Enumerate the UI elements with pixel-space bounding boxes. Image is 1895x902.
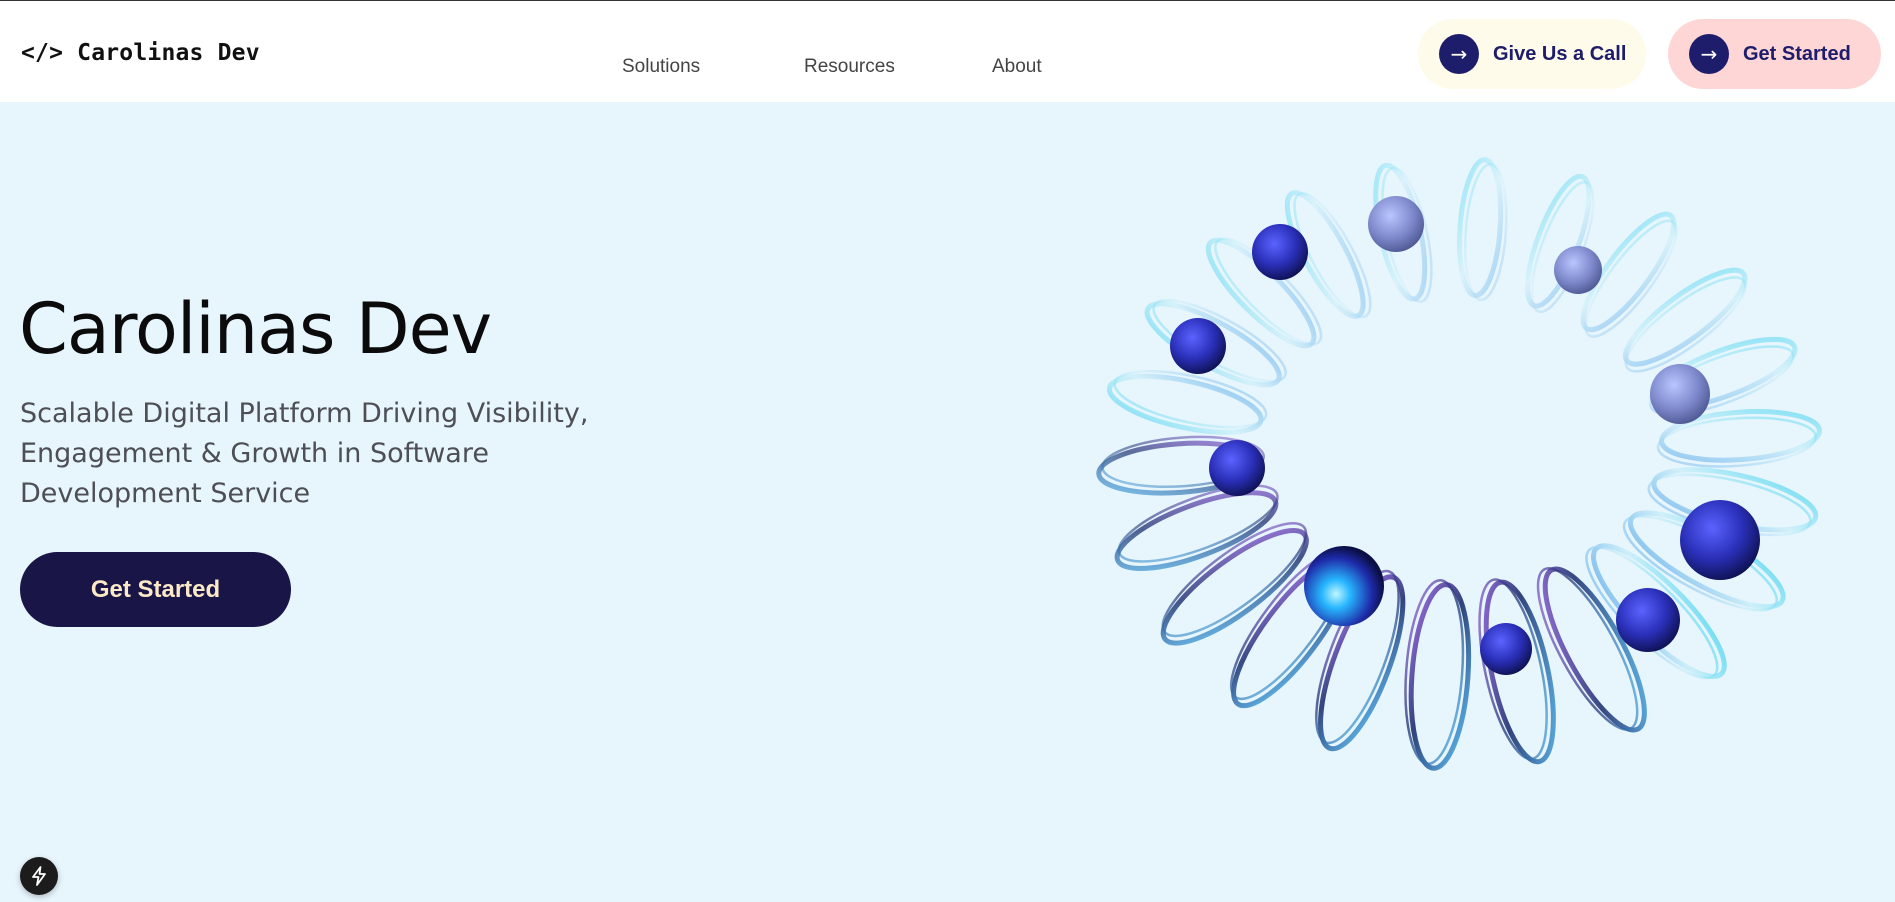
logo-text: Carolinas Dev (77, 40, 260, 66)
header-get-started-label: Get Started (1743, 42, 1851, 65)
glass-sphere (1252, 224, 1308, 280)
glass-sphere (1170, 318, 1226, 374)
site-header: </> Carolinas Dev Solutions Resources Abo… (0, 2, 1895, 102)
code-brackets-icon: </> (21, 40, 64, 66)
glass-sphere (1304, 546, 1384, 626)
nav-item-about[interactable]: About (992, 56, 1042, 84)
arrow-right-icon: → (1689, 34, 1729, 74)
header-get-started-button[interactable]: → Get Started (1668, 19, 1881, 89)
glass-sphere (1368, 196, 1424, 252)
hero-section: Carolinas Dev Scalable Digital Platform … (0, 102, 1895, 902)
arrow-right-icon: → (1439, 34, 1479, 74)
glass-sphere (1554, 246, 1602, 294)
glass-sphere (1616, 588, 1680, 652)
glass-rings-group (1096, 157, 1822, 771)
lightning-icon[interactable] (20, 857, 58, 895)
hero-get-started-button[interactable]: Get Started (20, 552, 291, 627)
glass-ring (1106, 373, 1264, 435)
hero-subtitle: Scalable Digital Platform Driving Visibi… (20, 398, 589, 509)
glass-sphere (1480, 623, 1532, 675)
glass-sphere (1650, 364, 1710, 424)
glass-ring (1408, 582, 1472, 771)
nav-item-resources[interactable]: Resources (804, 56, 895, 84)
glass-sphere (1680, 500, 1760, 580)
give-us-a-call-button[interactable]: → Give Us a Call (1418, 19, 1646, 89)
glass-ring (1622, 267, 1748, 367)
glass-sphere (1209, 440, 1265, 496)
glass-rings-illustration (1096, 157, 1822, 771)
site-logo[interactable]: </> Carolinas Dev (21, 40, 260, 66)
hero-title: Carolinas Dev (19, 288, 492, 370)
nav-item-solutions[interactable]: Solutions (622, 56, 700, 84)
give-us-a-call-label: Give Us a Call (1493, 42, 1627, 65)
